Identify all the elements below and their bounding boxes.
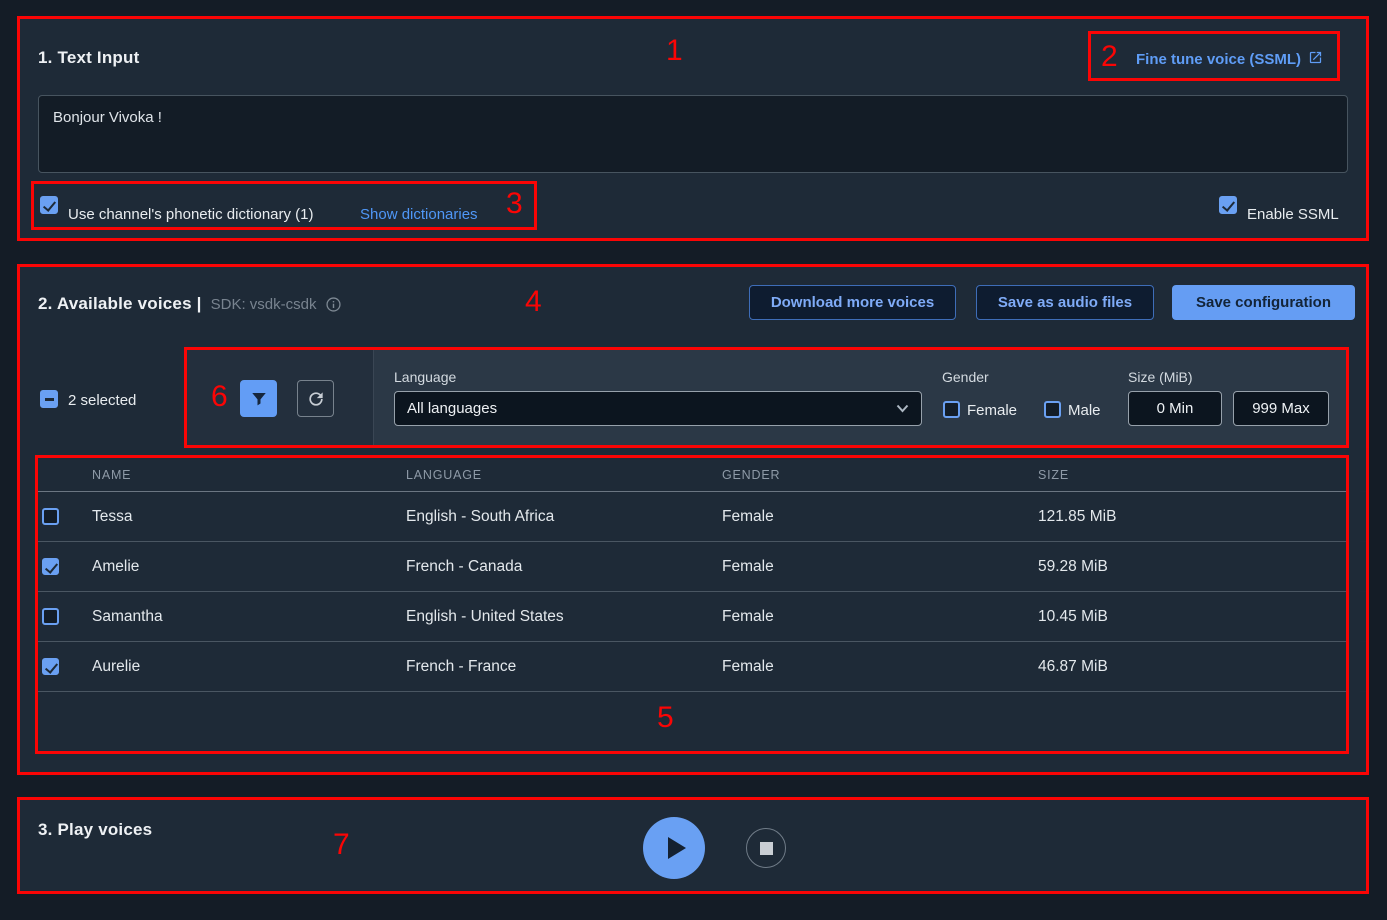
selected-count-label: 2 selected: [68, 392, 136, 409]
header-name: NAME: [92, 468, 406, 482]
funnel-icon: [250, 390, 268, 408]
section2-title-row: 2. Available voices | SDK: vsdk-csdk: [38, 294, 342, 314]
header-size: SIZE: [1038, 468, 1349, 482]
show-dictionaries-link[interactable]: Show dictionaries: [360, 206, 478, 223]
gender-female-checkbox[interactable]: [943, 401, 960, 418]
filter-toolbar-actions: [184, 347, 374, 447]
section3-title: 3. Play voices: [38, 820, 152, 840]
enable-ssml-checkbox[interactable]: [1219, 196, 1237, 214]
phonetic-dictionary-checkbox[interactable]: [40, 196, 58, 214]
table-row[interactable]: Amelie French - Canada Female 59.28 MiB: [35, 542, 1349, 592]
gender-male-checkbox[interactable]: [1044, 401, 1061, 418]
voice-size: 10.45 MiB: [1038, 608, 1349, 626]
voice-name: Tessa: [92, 508, 406, 526]
language-select-value: All languages: [407, 400, 497, 417]
voice-gender: Female: [722, 658, 1038, 676]
play-voices-section: 3. Play voices: [17, 797, 1369, 894]
table-row[interactable]: Samantha English - United States Female …: [35, 592, 1349, 642]
refresh-icon: [306, 389, 326, 409]
voice-size: 59.28 MiB: [1038, 558, 1349, 576]
voice-size: 46.87 MiB: [1038, 658, 1349, 676]
voice-name: Amelie: [92, 558, 406, 576]
sdk-label: SDK: vsdk-csdk: [211, 296, 317, 313]
voice-gender: Female: [722, 558, 1038, 576]
external-link-icon: [1308, 50, 1323, 69]
filter-toolbar: Language All languages Gender Female Mal…: [184, 347, 1349, 447]
text-input-field[interactable]: Bonjour Vivoka !: [38, 95, 1348, 173]
voice-gender: Female: [722, 608, 1038, 626]
voice-language: English - United States: [406, 608, 722, 626]
text-input-section: 1. Text Input Fine tune voice (SSML) Bon…: [17, 16, 1369, 241]
size-max-input[interactable]: [1233, 391, 1329, 426]
tts-voice-config-page: 1. Text Input Fine tune voice (SSML) Bon…: [0, 0, 1387, 920]
size-filter-label: Size (MiB): [1128, 369, 1193, 385]
voices-table: NAME LANGUAGE GENDER SIZE Tessa English …: [35, 458, 1349, 692]
voices-table-header: NAME LANGUAGE GENDER SIZE: [35, 458, 1349, 492]
enable-ssml-label: Enable SSML: [1247, 206, 1339, 223]
available-voices-section: 2. Available voices | SDK: vsdk-csdk Dow…: [17, 264, 1369, 775]
row-checkbox[interactable]: [42, 508, 59, 525]
save-as-audio-files-button[interactable]: Save as audio files: [976, 285, 1154, 320]
fine-tune-voice-label: Fine tune voice (SSML): [1136, 51, 1301, 68]
chevron-down-icon: [896, 404, 909, 413]
table-row[interactable]: Aurelie French - France Female 46.87 MiB: [35, 642, 1349, 692]
save-configuration-button[interactable]: Save configuration: [1172, 285, 1355, 320]
download-more-voices-button[interactable]: Download more voices: [749, 285, 956, 320]
filter-button[interactable]: [240, 380, 277, 417]
gender-filter-label: Gender: [942, 369, 989, 385]
stop-icon: [760, 842, 773, 855]
row-checkbox[interactable]: [42, 608, 59, 625]
row-checkbox[interactable]: [42, 558, 59, 575]
language-filter-label: Language: [394, 369, 456, 385]
stop-button[interactable]: [746, 828, 786, 868]
table-row[interactable]: Tessa English - South Africa Female 121.…: [35, 492, 1349, 542]
phonetic-dictionary-label: Use channel's phonetic dictionary (1): [68, 206, 314, 223]
refresh-button[interactable]: [297, 380, 334, 417]
voice-size: 121.85 MiB: [1038, 508, 1349, 526]
play-button[interactable]: [643, 817, 705, 879]
header-language: LANGUAGE: [406, 468, 722, 482]
row-checkbox[interactable]: [42, 658, 59, 675]
voice-language: French - Canada: [406, 558, 722, 576]
voice-language: English - South Africa: [406, 508, 722, 526]
voice-gender: Female: [722, 508, 1038, 526]
voice-name: Samantha: [92, 608, 406, 626]
gender-male-label: Male: [1068, 402, 1101, 419]
play-icon: [668, 837, 686, 859]
section2-title: 2. Available voices |: [38, 294, 202, 314]
voice-name: Aurelie: [92, 658, 406, 676]
header-gender: GENDER: [722, 468, 1038, 482]
fine-tune-voice-link[interactable]: Fine tune voice (SSML): [1136, 50, 1323, 69]
info-icon[interactable]: [325, 296, 342, 313]
gender-female-label: Female: [967, 402, 1017, 419]
language-select[interactable]: All languages: [394, 391, 922, 426]
select-all-checkbox[interactable]: [40, 390, 58, 408]
size-min-input[interactable]: [1128, 391, 1222, 426]
voice-language: French - France: [406, 658, 722, 676]
section1-title: 1. Text Input: [38, 48, 139, 68]
